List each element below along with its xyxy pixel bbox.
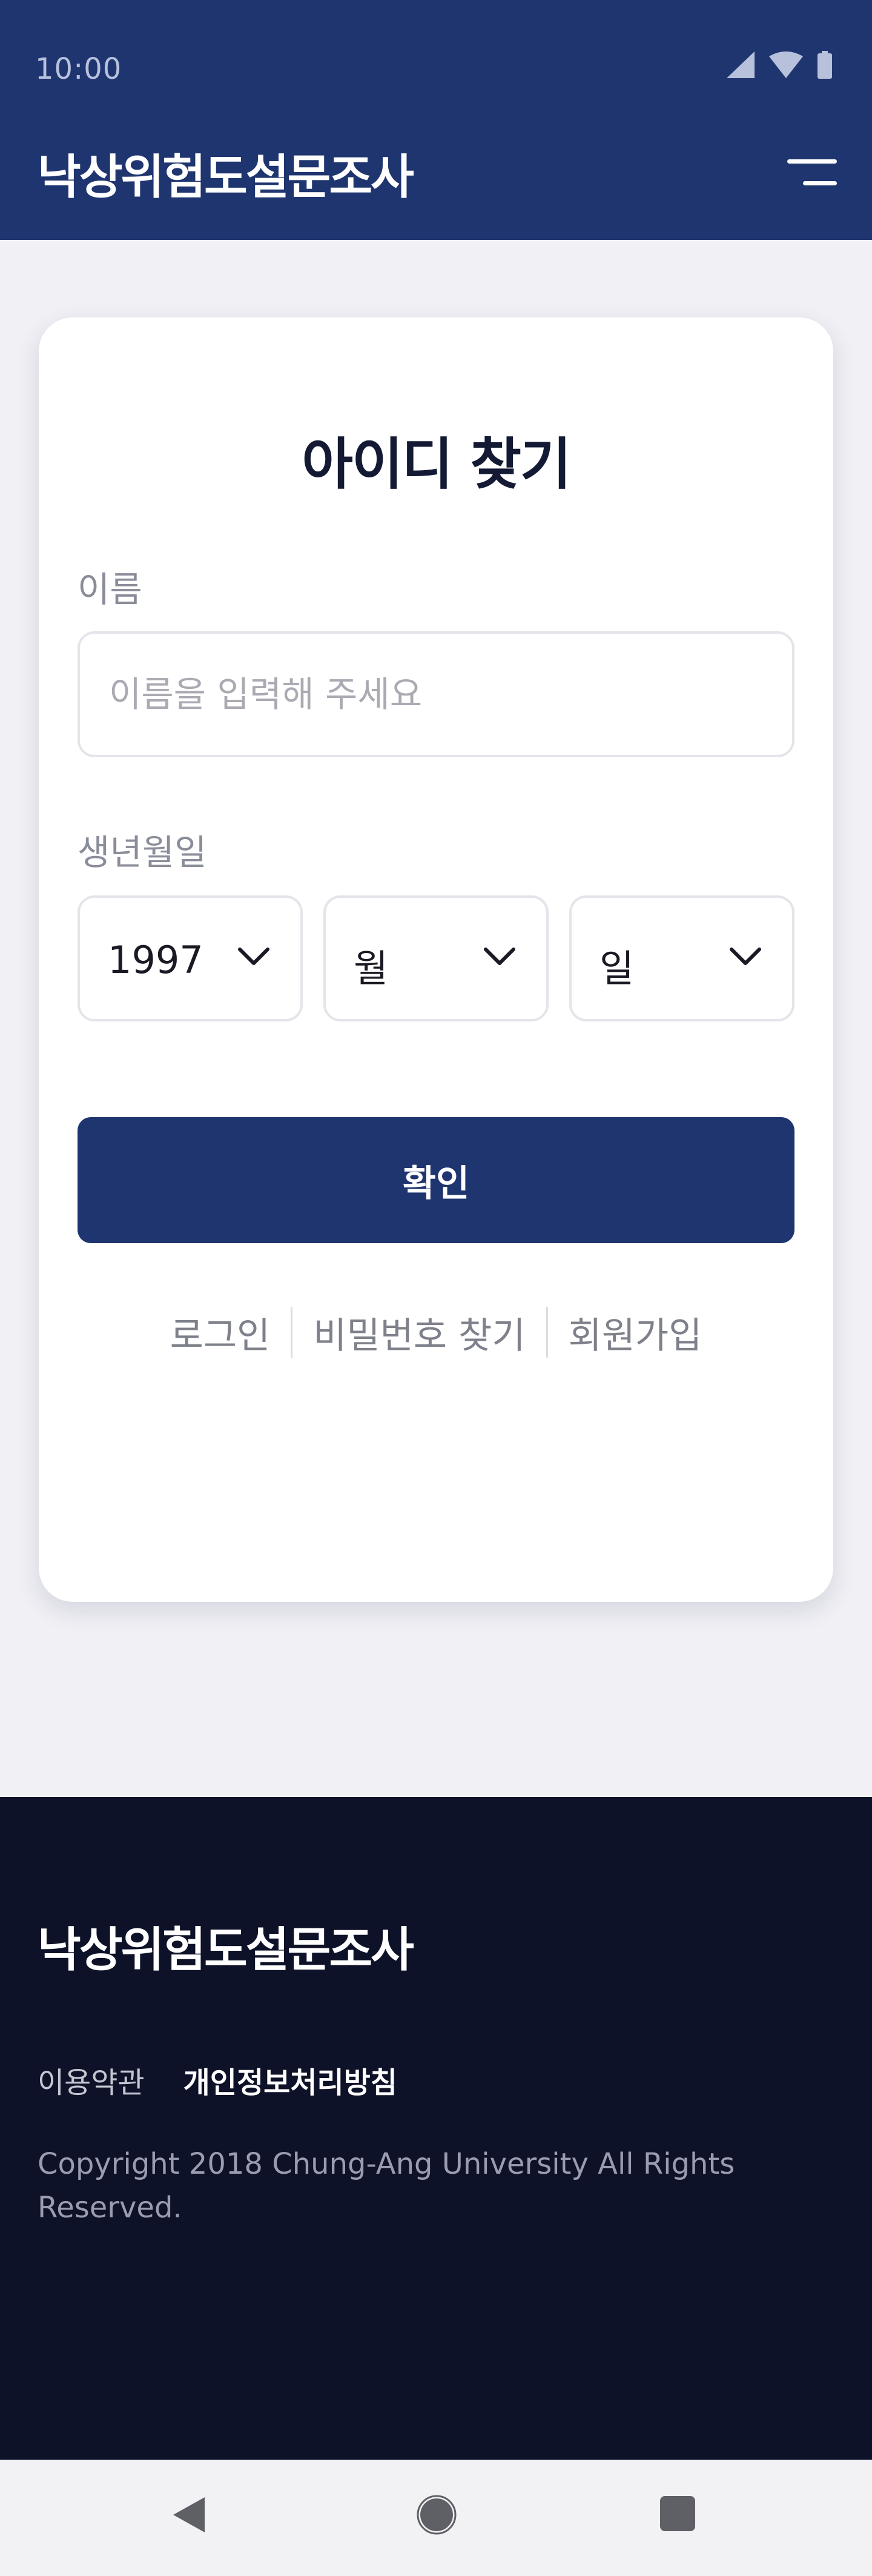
birth-year-value: 1997 <box>108 938 203 982</box>
copyright-text: Copyright 2018 Chung-Ang University All … <box>38 2147 735 2225</box>
name-input[interactable] <box>78 631 794 757</box>
footer-links: 이용약관 개인정보처리방침 <box>38 2059 397 2101</box>
wifi-icon <box>769 51 803 78</box>
auth-links: 로그인 비밀번호 찾기 회원가입 <box>39 1305 833 1359</box>
birth-year-select[interactable]: 1997 <box>78 895 303 1021</box>
page-title: 아이디 찾기 <box>302 432 571 497</box>
privacy-policy-link[interactable]: 개인정보처리방침 <box>183 2059 397 2101</box>
back-icon[interactable] <box>171 2495 207 2535</box>
login-link[interactable]: 로그인 <box>150 1306 291 1359</box>
status-time: 10:00 <box>35 52 122 86</box>
system-nav-bar <box>0 2460 872 2576</box>
birthdate-label: 생년월일 <box>78 832 207 873</box>
hamburger-menu-icon[interactable] <box>779 154 837 191</box>
chevron-down-icon <box>730 948 761 965</box>
app-header: 10:00 낙상위험도설문조사 <box>0 0 872 240</box>
name-label: 이름 <box>78 569 142 610</box>
birth-month-value: 월 <box>354 946 389 991</box>
app-title: 낙상위험도설문조사 <box>38 150 414 205</box>
terms-link[interactable]: 이용약관 <box>38 2059 145 2101</box>
chevron-down-icon <box>484 948 515 965</box>
chevron-down-icon <box>238 948 269 965</box>
find-id-card: 아이디 찾기 이름 생년월일 1997 월 일 확인 로그인 비밀번호 찾기 회… <box>39 317 833 1602</box>
birth-day-select[interactable]: 일 <box>569 895 794 1021</box>
signal-icon <box>727 51 755 78</box>
site-footer: 낙상위험도설문조사 이용약관 개인정보처리방침 Copyright 2018 C… <box>0 1797 872 2460</box>
birth-month-select[interactable]: 월 <box>323 895 549 1021</box>
recents-icon[interactable] <box>659 2495 696 2532</box>
signup-link[interactable]: 회원가입 <box>548 1306 723 1359</box>
footer-title: 낙상위험도설문조사 <box>38 1923 414 1977</box>
birth-day-value: 일 <box>600 946 635 991</box>
home-icon[interactable] <box>417 2495 457 2535</box>
status-icons <box>727 51 832 79</box>
confirm-button[interactable]: 확인 <box>78 1117 794 1243</box>
battery-icon <box>818 51 832 79</box>
find-password-link[interactable]: 비밀번호 찾기 <box>292 1306 546 1359</box>
